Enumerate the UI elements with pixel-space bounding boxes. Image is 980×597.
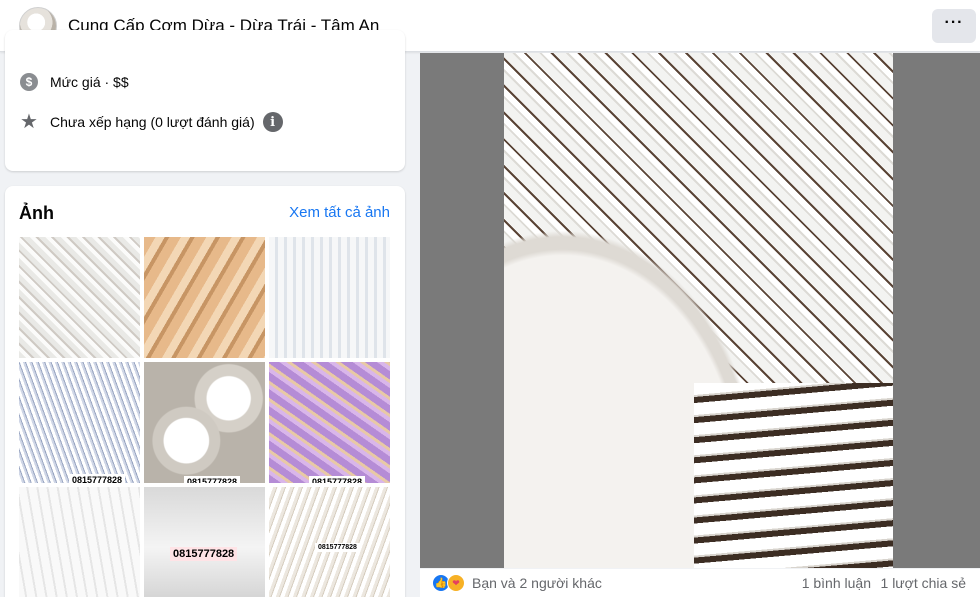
phone-label: 0815777828	[315, 543, 360, 552]
photo-detail	[694, 383, 893, 568]
rating-row: ★ Chưa xếp hạng (0 lượt đánh giá) i	[19, 112, 283, 132]
reaction-summary[interactable]: Bạn và 2 người khác	[472, 575, 602, 591]
photo-grid: 0815777828 0815777828 0815777828 0815777…	[19, 237, 391, 597]
comments-count[interactable]: 1 bình luận	[802, 575, 871, 591]
phone-label: 0815777828	[69, 474, 126, 483]
photo-thumbnail[interactable]: 0815777828	[269, 362, 390, 483]
phone-label: 0815777828	[184, 476, 241, 483]
post-photo[interactable]	[504, 53, 893, 568]
price-label: Mức giá · $$	[50, 74, 129, 90]
shares-count[interactable]: 1 lượt chia sẻ	[881, 575, 966, 591]
reactions[interactable]: 👍 ❤	[432, 573, 468, 593]
dollar-icon: $	[20, 73, 38, 91]
star-icon: ★	[20, 111, 38, 133]
info-icon[interactable]: i	[262, 112, 283, 132]
price-row: $ Mức giá · $$	[19, 72, 129, 92]
photo-thumbnail[interactable]	[19, 487, 140, 597]
photo-thumbnail[interactable]: 0815777828	[144, 487, 265, 597]
phone-label: 0815777828	[309, 476, 366, 483]
info-card: $ Mức giá · $$ ★ Chưa xếp hạng (0 lượt đ…	[5, 30, 405, 171]
photo-thumbnail[interactable]: 0815777828	[144, 362, 265, 483]
photos-title: Ảnh	[19, 203, 54, 223]
photos-card: Ảnh Xem tất cả ảnh 0815777828 0815777828…	[5, 186, 405, 597]
photo-thumbnail[interactable]	[19, 237, 140, 358]
more-icon: ···	[944, 14, 964, 31]
rating-label: Chưa xếp hạng (0 lượt đánh giá)	[50, 114, 255, 130]
photo-thumbnail[interactable]	[144, 237, 265, 358]
post-footer: 👍 ❤ Bạn và 2 người khác 1 bình luận 1 lư…	[420, 569, 980, 597]
see-all-photos-link[interactable]: Xem tất cả ảnh	[289, 204, 390, 221]
more-options-button[interactable]: ···	[932, 9, 976, 43]
photo-thumbnail[interactable]	[269, 237, 390, 358]
price-icon: $	[19, 72, 39, 92]
care-icon: ❤	[447, 574, 465, 592]
phone-label: 0815777828	[170, 547, 238, 561]
photo-thumbnail[interactable]: 0815777828	[19, 362, 140, 483]
photo-thumbnail[interactable]: 0815777828	[269, 487, 390, 597]
